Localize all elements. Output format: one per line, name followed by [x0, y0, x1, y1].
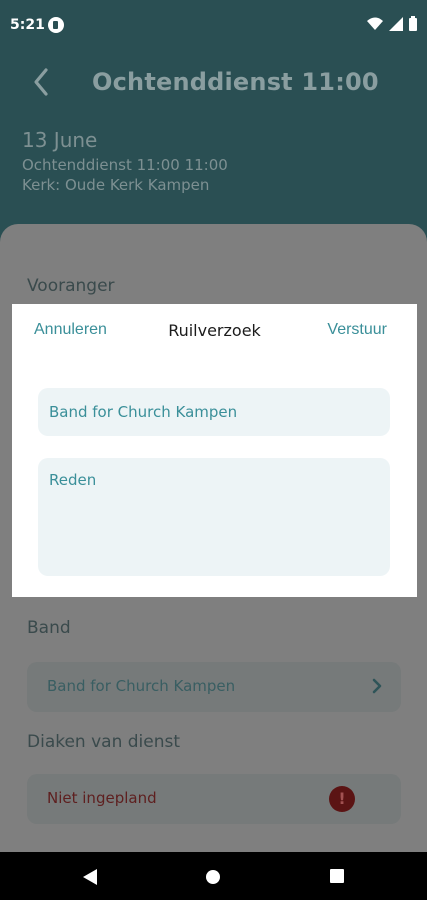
signal-icon [389, 16, 403, 31]
status-time: 5:21 [10, 17, 45, 33]
band-row[interactable]: Band for Church Kampen [27, 662, 401, 712]
voorganger-label: Vooranger [27, 276, 115, 296]
band-label: Band [27, 618, 71, 638]
send-button[interactable]: Verstuur [327, 321, 387, 339]
wifi-icon [367, 17, 383, 30]
nav-back-icon[interactable] [82, 868, 98, 886]
swap-request-dialog: Annuleren Ruilverzoek Verstuur Band for … [12, 304, 417, 597]
page-title: Ochtenddienst 11:00 [92, 68, 379, 96]
battery-icon [409, 16, 417, 31]
service-time-line: Ochtenddienst 11:00 11:00 [22, 156, 228, 174]
chevron-right-icon [372, 678, 382, 694]
status-bar: 5:21 [0, 0, 427, 52]
diaken-row[interactable]: Niet ingepland ! [27, 774, 401, 824]
band-select-field[interactable]: Band for Church Kampen [38, 388, 390, 436]
alert-icon: ! [329, 786, 355, 812]
reason-textarea[interactable]: Reden [38, 458, 390, 576]
app-notification-icon [48, 17, 64, 33]
service-date: 13 June [22, 128, 98, 152]
page-header: Ochtenddienst 11:00 13 June Ochtenddiens… [0, 52, 427, 224]
back-arrow-icon[interactable] [30, 66, 54, 98]
diaken-value: Niet ingepland [47, 789, 157, 807]
system-icons [367, 16, 417, 31]
church-line: Kerk: Oude Kerk Kampen [22, 176, 210, 194]
system-nav-bar [0, 852, 427, 900]
band-value: Band for Church Kampen [47, 677, 236, 695]
nav-recents-icon[interactable] [330, 869, 344, 883]
nav-home-icon[interactable] [206, 870, 220, 884]
diaken-label: Diaken van dienst [27, 732, 181, 752]
